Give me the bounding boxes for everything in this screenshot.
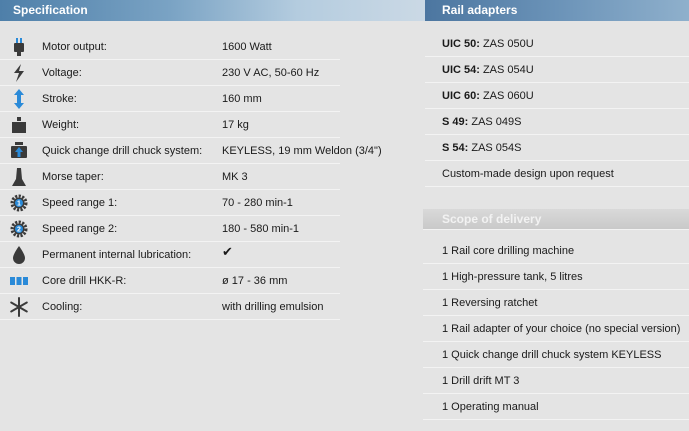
- spec-row-voltage: Voltage: 230 V AC, 50-60 Hz: [0, 60, 340, 86]
- rail-adapter-profile: UIC 50:: [442, 38, 480, 50]
- spec-label: Permanent internal lubrication:: [42, 249, 192, 261]
- spec-row-speed-range-2: 2 Speed range 2: 180 - 580 min-1: [0, 216, 340, 242]
- snowflake-icon: [9, 297, 29, 317]
- spec-label: Motor output:: [42, 41, 107, 53]
- scope-divider: [423, 229, 689, 230]
- rail-adapter-code: ZAS 054S: [468, 142, 522, 154]
- spec-value: 230 V AC, 50-60 Hz: [222, 67, 320, 79]
- rail-adapter-profile: S 54:: [442, 142, 469, 154]
- spec-label: Voltage:: [42, 67, 82, 79]
- scope-of-delivery-header: Scope of delivery: [423, 209, 689, 229]
- rail-adapter-item: UIC 54: ZAS 054U: [425, 57, 689, 83]
- rail-adapter-profile: UIC 54:: [442, 64, 480, 76]
- rail-adapter-code: ZAS 050U: [479, 38, 534, 50]
- scope-of-delivery-list: 1 Rail core drilling machine 1 High-pres…: [423, 238, 689, 420]
- spec-row-motor-output: Motor output: 1600 Watt: [0, 34, 340, 60]
- rail-adapter-item: UIC 50: ZAS 050U: [425, 31, 689, 57]
- svg-text:1: 1: [17, 201, 21, 208]
- spec-label: Stroke:: [42, 93, 77, 105]
- gear-1-icon: 1: [9, 193, 29, 213]
- spec-label: Quick change drill chuck system:: [42, 145, 203, 157]
- scope-item: 1 Reversing ratchet: [423, 290, 689, 316]
- morse-taper-icon: [9, 167, 29, 187]
- rail-adapters-title: Rail adapters: [442, 3, 518, 17]
- lightning-icon: [9, 63, 29, 83]
- spec-value: 160 mm: [222, 93, 262, 105]
- spec-label: Weight:: [42, 119, 80, 131]
- spec-value: KEYLESS, 19 mm Weldon (3/4"): [222, 145, 382, 157]
- spec-value: MK 3: [222, 171, 248, 183]
- rail-adapter-custom-note: Custom-made design upon request: [442, 168, 614, 180]
- spec-label: Morse taper:: [42, 171, 104, 183]
- weight-icon: [9, 115, 29, 135]
- spec-row-core-drill: Core drill HKK-R: ø 17 - 36 mm: [0, 268, 340, 294]
- spec-row-weight: Weight: 17 kg: [0, 112, 340, 138]
- spec-row-lubrication: Permanent internal lubrication: ✔: [0, 242, 340, 268]
- spec-value: 1600 Watt: [222, 41, 272, 53]
- scope-item: 1 Drill drift MT 3: [423, 368, 689, 394]
- rail-adapter-profile: S 49:: [442, 116, 469, 128]
- scope-item: 1 Rail core drilling machine: [423, 238, 689, 264]
- rail-adapter-code: ZAS 060U: [479, 90, 534, 102]
- rail-adapter-item: Custom-made design upon request: [425, 161, 689, 187]
- spec-row-speed-range-1: 1 Speed range 1: 70 - 280 min-1: [0, 190, 340, 216]
- spec-label: Speed range 2:: [42, 223, 118, 235]
- rail-adapters-list: UIC 50: ZAS 050U UIC 54: ZAS 054U UIC 60…: [425, 31, 689, 187]
- gear-2-icon: 2: [9, 219, 29, 239]
- spec-row-stroke: Stroke: 160 mm: [0, 86, 340, 112]
- rail-adapters-header: Rail adapters: [425, 0, 689, 21]
- specification-header: Specification: [0, 0, 425, 21]
- rail-adapter-item: S 54: ZAS 054S: [425, 135, 689, 161]
- scope-of-delivery-title: Scope of delivery: [442, 212, 542, 226]
- svg-text:2: 2: [17, 227, 21, 234]
- rail-adapter-item: S 49: ZAS 049S: [425, 109, 689, 135]
- spec-value-check: ✔: [222, 244, 233, 259]
- rail-adapter-item: UIC 60: ZAS 060U: [425, 83, 689, 109]
- core-drill-icon: [9, 271, 29, 291]
- spec-label: Cooling:: [42, 301, 83, 313]
- spec-value: with drilling emulsion: [222, 301, 324, 313]
- motor-icon: [9, 37, 29, 57]
- quick-change-icon: [9, 141, 29, 161]
- spec-row-quick-change: Quick change drill chuck system: KEYLESS…: [0, 138, 382, 164]
- scope-item: 1 High-pressure tank, 5 litres: [423, 264, 689, 290]
- spec-row-morse-taper: Morse taper: MK 3: [0, 164, 340, 190]
- spec-value: 17 kg: [222, 119, 249, 131]
- spec-label: Speed range 1:: [42, 197, 118, 209]
- spec-value: 70 - 280 min-1: [222, 197, 293, 209]
- spec-row-cooling: Cooling: with drilling emulsion: [0, 294, 340, 320]
- oil-drop-icon: [9, 245, 29, 265]
- rail-adapter-code: ZAS 054U: [479, 64, 534, 76]
- scope-item: 1 Quick change drill chuck system KEYLES…: [423, 342, 689, 368]
- rail-adapter-profile: UIC 60:: [442, 90, 480, 102]
- specification-table: Motor output: 1600 Watt Voltage: 230 V A…: [0, 34, 382, 320]
- spec-value: 180 - 580 min-1: [222, 223, 300, 235]
- scope-item: 1 Rail adapter of your choice (no specia…: [423, 316, 689, 342]
- stroke-arrow-icon: [9, 89, 29, 109]
- rail-adapter-code: ZAS 049S: [468, 116, 522, 128]
- scope-item: 1 Operating manual: [423, 394, 689, 420]
- spec-label: Core drill HKK-R:: [42, 275, 127, 287]
- specification-title: Specification: [13, 3, 88, 17]
- spec-value: ø 17 - 36 mm: [222, 275, 288, 287]
